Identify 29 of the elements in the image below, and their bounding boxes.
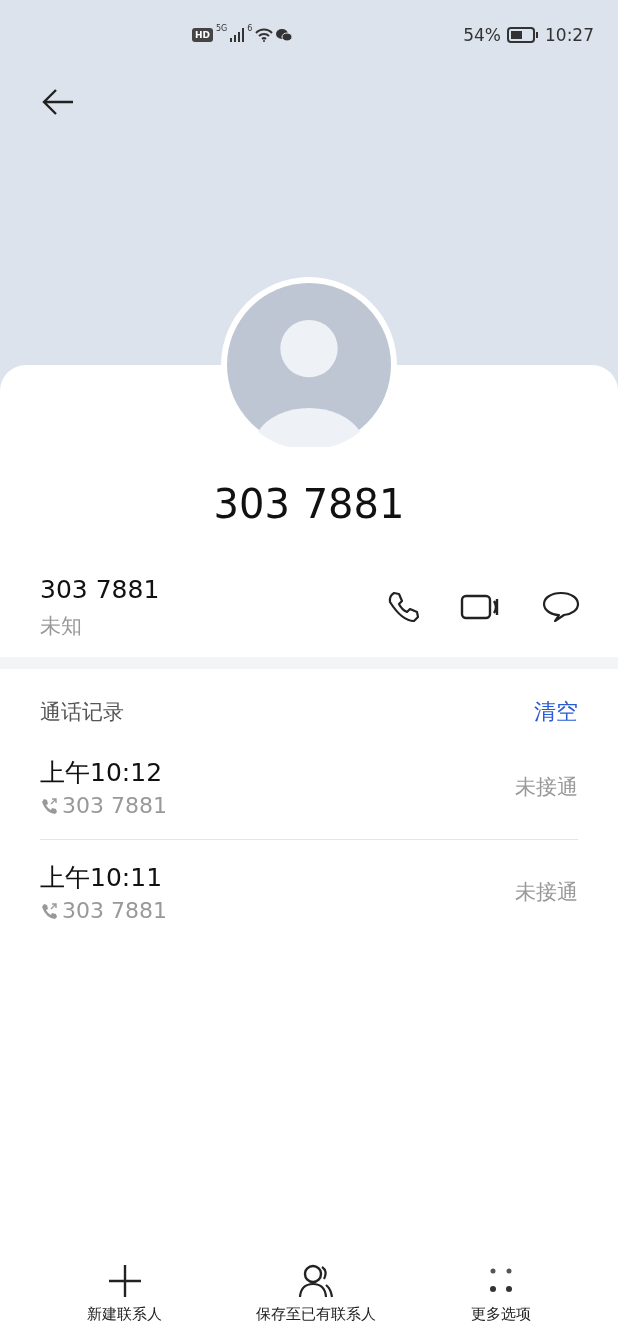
phone-number: 303 7881 xyxy=(40,574,161,604)
plus-icon xyxy=(106,1263,143,1299)
clock: 10:27 xyxy=(545,25,594,45)
network-label: 5G xyxy=(216,24,228,33)
call-status: 未接通 xyxy=(515,879,578,906)
chat-icon xyxy=(276,28,293,42)
save-to-contact-button[interactable]: 保存至已有联系人 xyxy=(256,1263,377,1324)
person-icon xyxy=(298,1263,335,1299)
call-time: 上午10:11 xyxy=(40,862,164,894)
more-options-button[interactable]: 更多选项 xyxy=(470,1263,531,1324)
call-number: 303 7881 xyxy=(62,793,167,818)
contact-name: 303 7881 xyxy=(213,481,405,527)
phone-icon[interactable] xyxy=(386,590,420,624)
outgoing-call-icon xyxy=(40,901,58,920)
call-status: 未接通 xyxy=(515,774,578,801)
call-number: 303 7881 xyxy=(62,898,167,923)
message-icon[interactable] xyxy=(542,590,580,624)
call-time: 上午10:12 xyxy=(40,757,164,789)
wifi-label: 6 xyxy=(247,24,253,33)
clear-button[interactable]: 清空 xyxy=(534,697,578,727)
new-contact-button[interactable]: 新建联系人 xyxy=(87,1263,163,1324)
section-title: 通话记录 xyxy=(40,699,124,726)
signal-icon xyxy=(230,28,245,42)
hd-badge: HD xyxy=(192,28,213,42)
wifi-icon xyxy=(255,28,274,42)
battery-icon xyxy=(507,27,539,43)
outgoing-call-icon xyxy=(40,796,58,815)
number-label: 未知 xyxy=(40,612,83,640)
battery-percent: 54% xyxy=(463,25,501,45)
